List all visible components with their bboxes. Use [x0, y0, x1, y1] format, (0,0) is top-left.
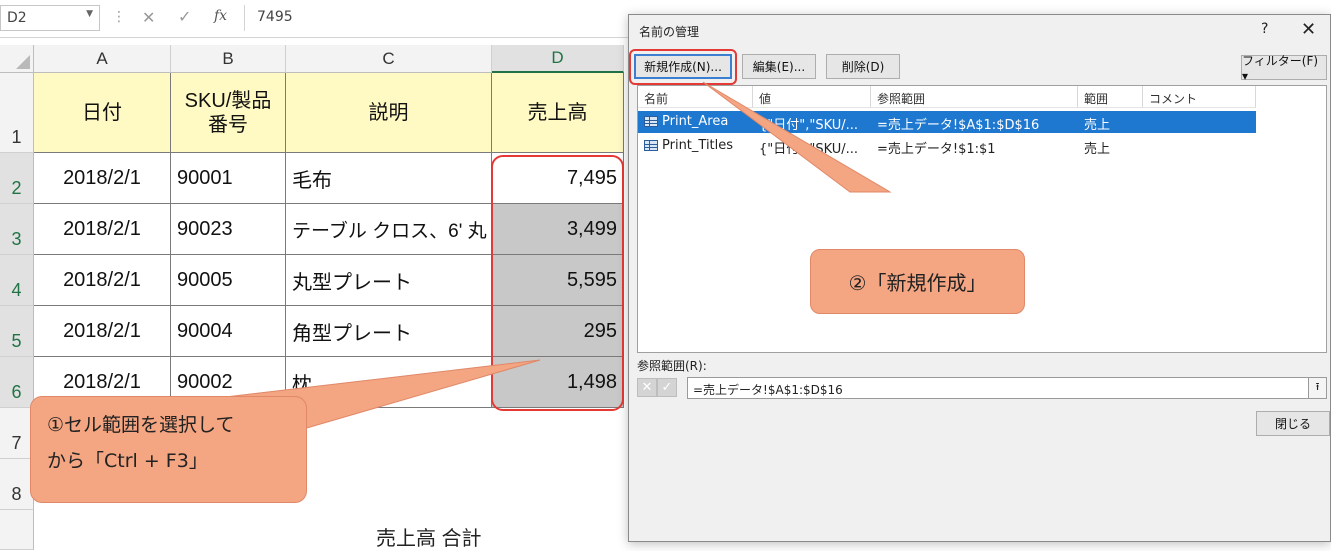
callout-pointer [702, 81, 892, 193]
